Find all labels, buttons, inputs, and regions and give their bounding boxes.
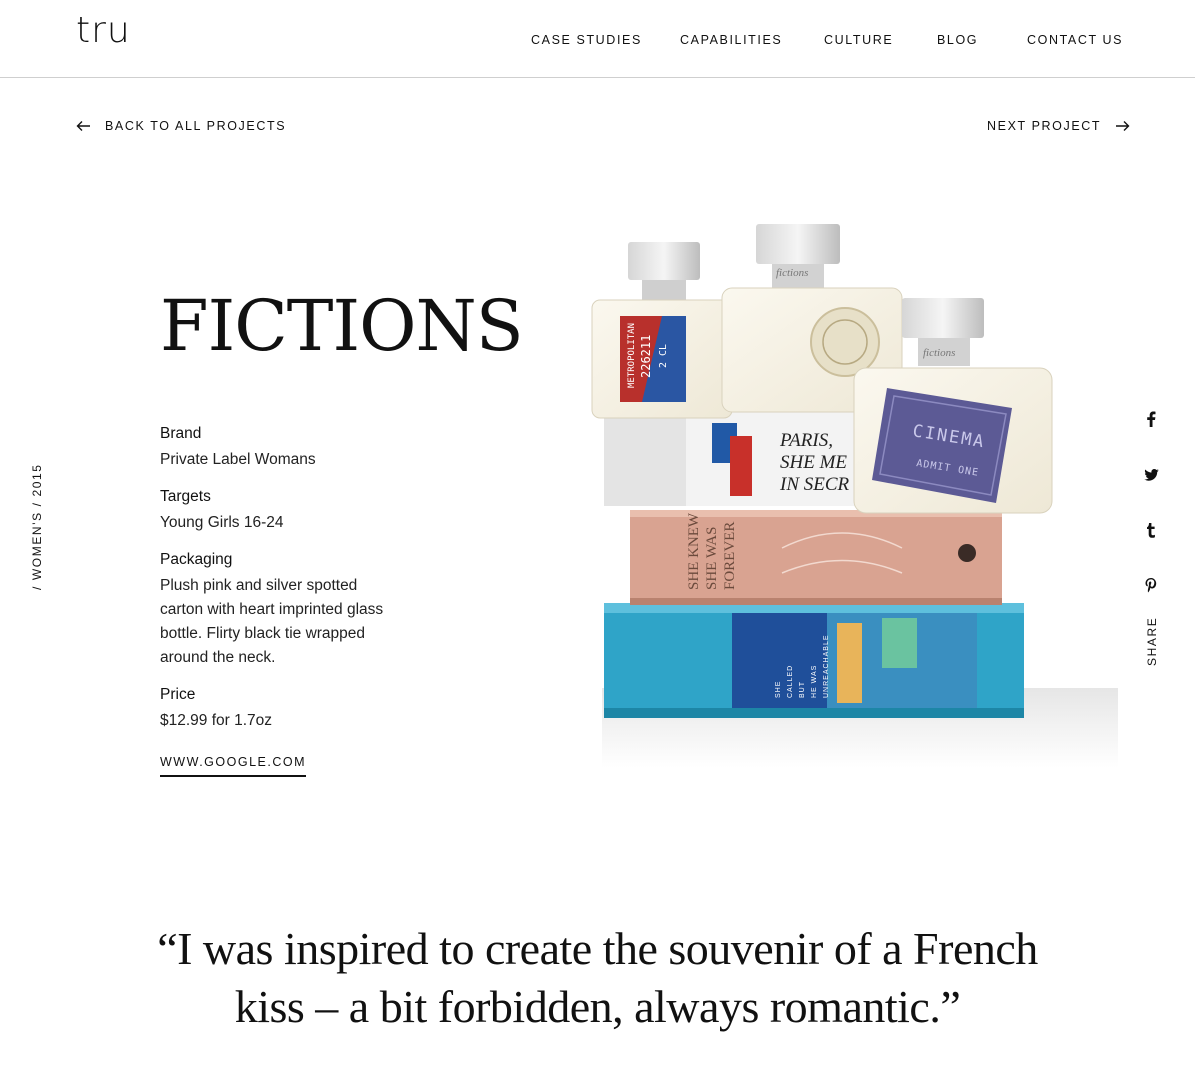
nav-contact-us[interactable]: CONTACT US xyxy=(1027,33,1123,47)
blue-box-line-4: HE WAS xyxy=(811,665,818,698)
detail-value-price: $12.99 for 1.7oz xyxy=(160,712,273,729)
project-details: Brand Private Label Womans Targets Young… xyxy=(160,424,400,748)
arrow-left-icon xyxy=(76,120,91,132)
nav-case-studies[interactable]: CASE STUDIES xyxy=(531,33,642,47)
arrow-right-icon xyxy=(1115,120,1130,132)
share-label: SHARE xyxy=(1145,616,1159,666)
product-image: SHE CALLED BUT HE WAS UNREACHABLE SHE KN… xyxy=(582,218,1118,768)
blue-box-line-3: BUT xyxy=(799,681,806,698)
project-title: FICTIONS xyxy=(160,285,524,367)
twitter-icon[interactable] xyxy=(1136,461,1166,489)
category-year-label: / WOMEN'S / 2015 xyxy=(30,463,44,590)
detail-label-brand: Brand xyxy=(160,425,202,442)
testimonial-quote: “I was inspired to create the souvenir o… xyxy=(100,920,1095,1036)
facebook-icon[interactable] xyxy=(1136,405,1166,433)
metro-line-3: 2 CL xyxy=(658,344,669,368)
nav-blog[interactable]: BLOG xyxy=(937,33,978,47)
next-label: NEXT PROJECT xyxy=(987,119,1102,133)
paris-line-3: IN SECR xyxy=(779,474,850,495)
site-header: tru CASE STUDIES CAPABILITIES CULTURE BL… xyxy=(0,0,1195,78)
paris-line-1: PARIS, xyxy=(779,430,833,451)
detail-value-brand: Private Label Womans xyxy=(160,451,316,468)
blue-box-line-2: CALLED xyxy=(787,665,794,698)
tumblr-icon[interactable] xyxy=(1136,516,1166,544)
next-project-link[interactable]: NEXT PROJECT xyxy=(987,119,1130,133)
center-bottle-brand: fictions xyxy=(776,267,808,279)
nav-capabilities[interactable]: CAPABILITIES xyxy=(680,33,782,47)
quote-line-2: kiss – a bit forbidden, always romantic.… xyxy=(234,981,961,1032)
detail-value-targets: Young Girls 16-24 xyxy=(160,514,284,531)
blue-box-line-1: SHE xyxy=(775,681,782,698)
back-label: BACK TO ALL PROJECTS xyxy=(105,119,287,133)
pinterest-icon[interactable] xyxy=(1136,571,1166,599)
main-nav: CASE STUDIES CAPABILITIES CULTURE BLOG C… xyxy=(0,33,1195,49)
metro-line-1: METROPOLITAN xyxy=(627,323,637,388)
pink-box-line-2: SHE WAS xyxy=(704,527,720,591)
nav-culture[interactable]: CULTURE xyxy=(824,33,893,47)
pink-box-line-3: FOREVER xyxy=(722,522,738,590)
detail-label-packaging: Packaging xyxy=(160,551,233,568)
paris-line-2: SHE ME xyxy=(780,452,847,473)
blue-box-line-5: UNREACHABLE xyxy=(823,634,830,698)
detail-label-targets: Targets xyxy=(160,488,211,505)
project-website-link[interactable]: WWW.GOOGLE.COM xyxy=(160,755,306,777)
quote-line-1: “I was inspired to create the souvenir o… xyxy=(157,923,1038,974)
detail-label-price: Price xyxy=(160,686,196,703)
right-bottle-brand: fictions xyxy=(923,347,955,359)
detail-value-packaging: Plush pink and silver spotted carton wit… xyxy=(160,577,384,666)
pink-box-line-1: SHE KNEW xyxy=(686,512,702,590)
metro-line-2: 226211 xyxy=(639,335,653,378)
back-to-projects-link[interactable]: BACK TO ALL PROJECTS xyxy=(76,119,286,133)
